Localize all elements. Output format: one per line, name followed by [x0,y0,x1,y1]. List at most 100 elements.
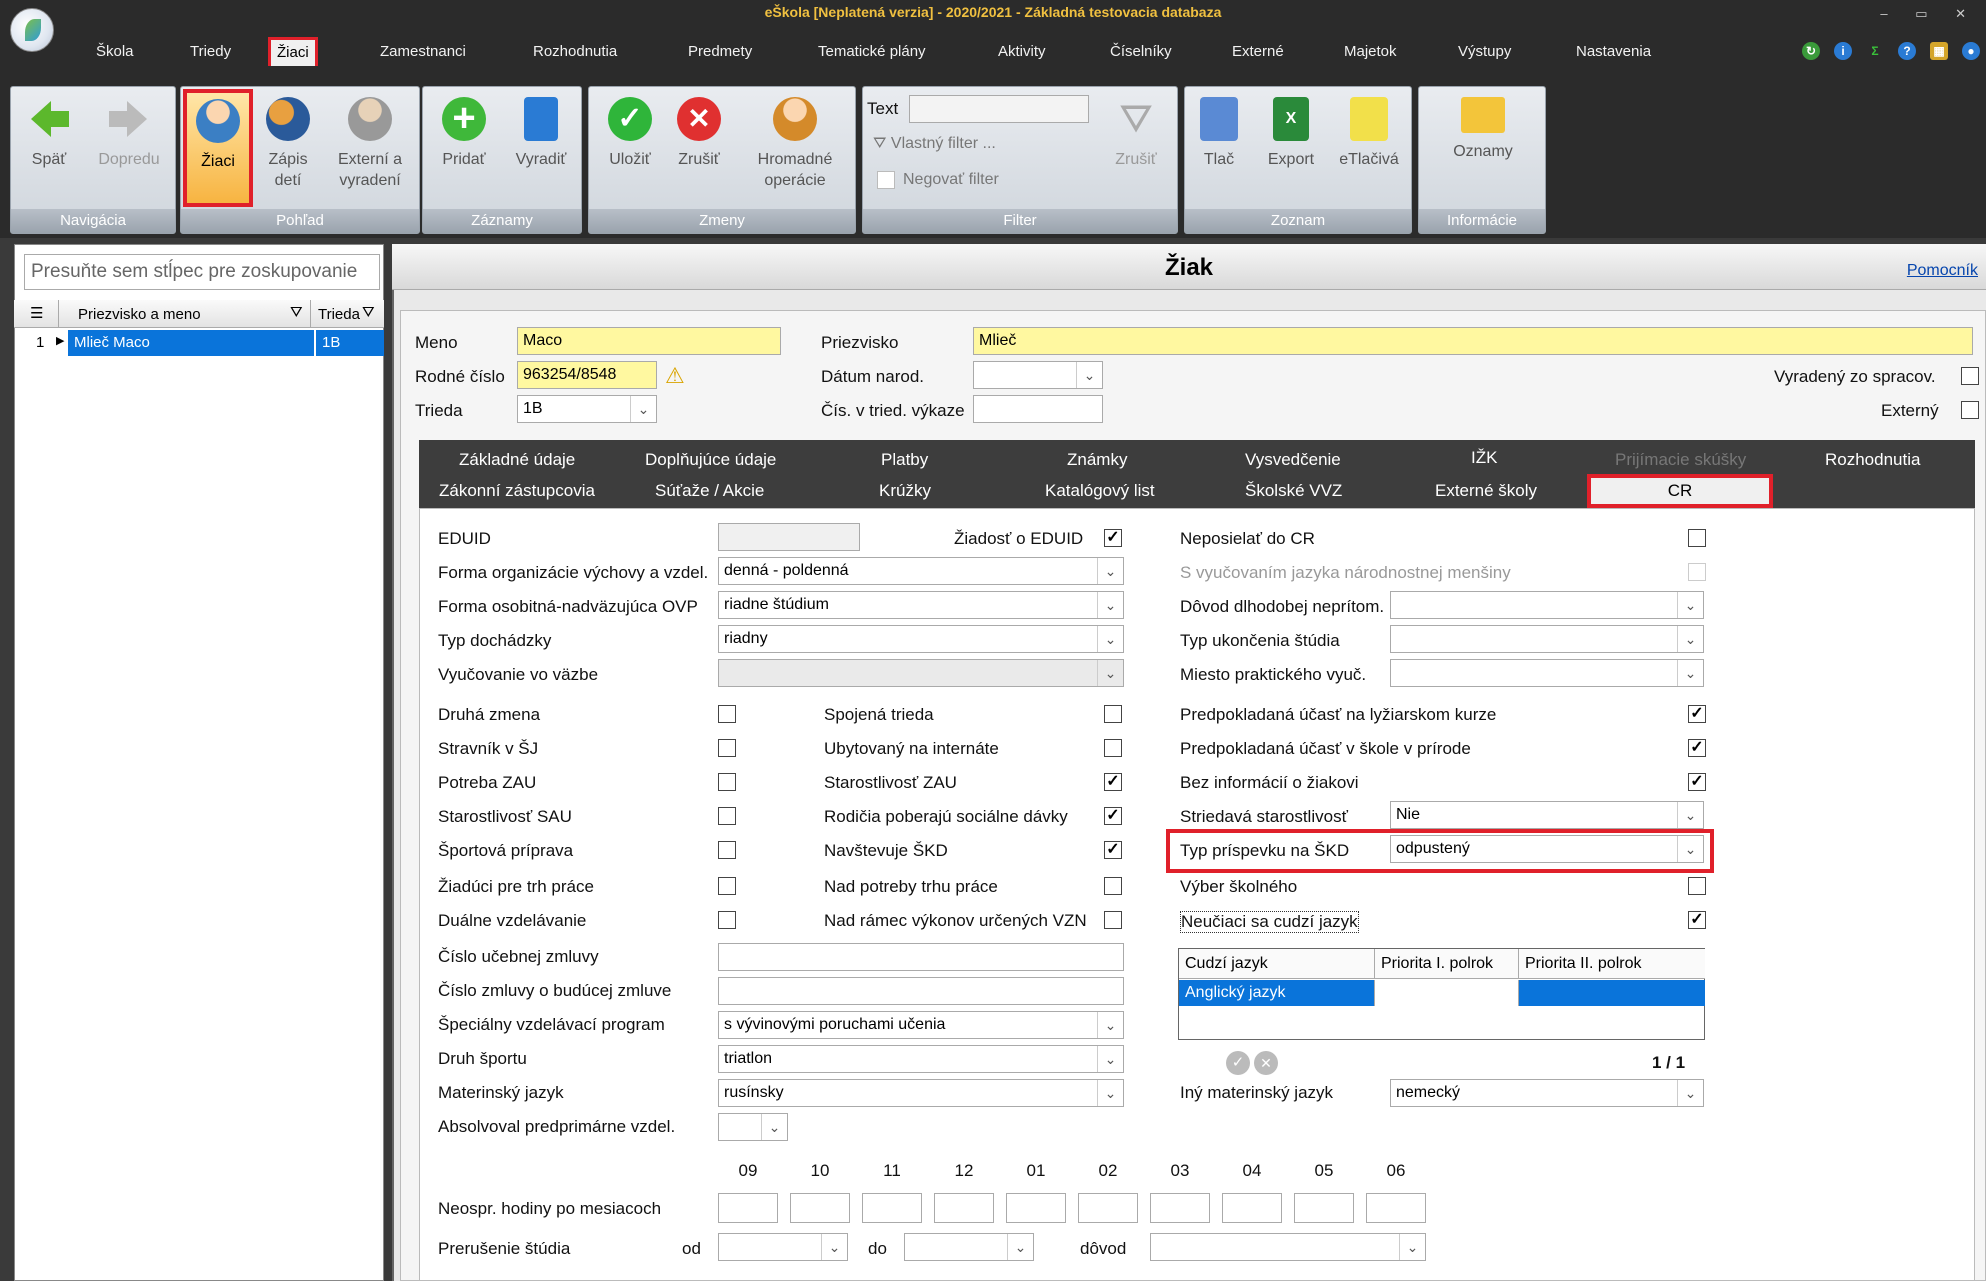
hours-02-field[interactable] [1078,1193,1138,1223]
menu-externe[interactable]: Externé [1232,43,1284,60]
boarder-checkbox[interactable] [718,739,736,757]
tab-izk[interactable]: IŽK [1471,448,1497,468]
tab-external-schools[interactable]: Externé školy [1435,481,1537,501]
second-shift-checkbox[interactable] [718,705,736,723]
tab-payments[interactable]: Platby [881,450,928,470]
tab-catalog[interactable]: Katalógový list [1045,481,1155,501]
external-students-button[interactable]: Externí a vyradení [323,97,417,191]
sum-icon[interactable]: Σ [1866,42,1884,60]
group-by-area[interactable]: Presuňte sem stĺpec pre zoskupovanie [24,254,380,290]
tab-grades[interactable]: Známky [1067,450,1127,470]
menu-zamestnanci[interactable]: Zamestnanci [380,43,466,60]
menu-triedy[interactable]: Triedy [190,43,231,60]
class-number-field[interactable] [973,395,1103,423]
lang-cell[interactable]: Anglický jazyk [1179,980,1375,1006]
cancel-row-icon[interactable]: ✕ [1254,1051,1278,1075]
menu-nastavenia[interactable]: Nastavenia [1576,43,1651,60]
confirm-row-icon[interactable]: ✓ [1226,1051,1250,1075]
hours-03-field[interactable] [1150,1193,1210,1223]
dual-checkbox[interactable] [718,911,736,929]
tab-report[interactable]: Vysvedčenie [1245,450,1341,470]
column-name-header[interactable]: Priezvisko a meno [78,306,201,323]
end-type-select[interactable]: ⌄ [1390,625,1704,653]
interruption-to-select[interactable]: ⌄ [904,1233,1034,1261]
custom-filter-link[interactable]: ⛛ Vlastný filter ... [873,135,996,153]
mother-tongue-select[interactable]: rusínsky ⌄ [718,1079,1124,1107]
future-contract-field[interactable] [718,977,1124,1005]
students-view-button[interactable]: Žiaci [183,89,253,207]
hours-06-field[interactable] [1366,1193,1426,1223]
add-button[interactable]: + Pridať [429,97,499,170]
enroll-button[interactable]: Zápis detí [253,97,323,191]
window-controls[interactable]: – ▭ ✕ [1880,6,1978,22]
skd-fee-select[interactable]: odpustený ⌄ [1390,835,1704,863]
last-name-field[interactable]: Mlieč [973,327,1973,355]
tab-guardians[interactable]: Zákonní zástupcovia [439,481,595,501]
filter-cancel-button[interactable]: ⛛ Zrušiť [1101,97,1171,170]
prio2-col-header[interactable]: Priorita II. polrok [1519,949,1705,979]
menu-tematicke-plany[interactable]: Tematické plány [818,43,926,60]
hours-01-field[interactable] [1006,1193,1066,1223]
filter-class-icon[interactable]: ⛛ [362,304,375,321]
column-class-header[interactable]: Trieda [318,306,362,323]
joined-class-checkbox[interactable] [1104,705,1122,723]
class-select[interactable]: 1B ⌄ [517,395,657,423]
app-logo[interactable] [10,8,54,52]
sport-type-select[interactable]: triatlon ⌄ [718,1045,1124,1073]
forward-button[interactable]: Dopredu [89,97,169,170]
tab-cr[interactable]: CR [1587,474,1773,508]
external-checkbox[interactable] [1961,401,1979,419]
remove-button[interactable]: Vyradiť [503,97,579,170]
hours-11-field[interactable] [862,1193,922,1223]
interruption-from-select[interactable]: ⌄ [718,1233,848,1261]
notices-button[interactable]: Oznamy [1433,97,1533,162]
row-name[interactable]: Mlieč Maco [68,330,314,356]
labor-market-checkbox[interactable] [718,877,736,895]
refresh-icon[interactable]: ↻ [1802,42,1820,60]
eduid-request-checkbox[interactable]: ✓ [1104,529,1122,547]
interruption-reason-select[interactable]: ⌄ [1150,1233,1426,1261]
alt-care-select[interactable]: Nie ⌄ [1390,801,1704,829]
save-button[interactable]: ✓ Uložiť [595,97,665,170]
hours-09-field[interactable] [718,1193,778,1223]
tab-decisions[interactable]: Rozhodnutia [1825,450,1920,470]
over-vzn-checkbox[interactable] [1104,911,1122,929]
filter-text-input[interactable] [909,95,1089,123]
excluded-checkbox[interactable] [1961,367,1979,385]
school-choice-checkbox[interactable] [1688,877,1706,895]
form-ovp-select[interactable]: riadne štúdium ⌄ [718,591,1124,619]
skd-checkbox[interactable]: ✓ [1104,841,1122,859]
column-chooser-icon[interactable]: ☰ [30,304,43,322]
calendar-icon[interactable]: ▦ [1930,42,1948,60]
dorm-checkbox[interactable] [1104,739,1122,757]
special-program-select[interactable]: s vývinovými poruchami učenia ⌄ [718,1011,1124,1039]
prio1-cell[interactable] [1375,980,1519,1006]
tab-clubs[interactable]: Krúžky [879,481,931,501]
hours-10-field[interactable] [790,1193,850,1223]
dob-picker[interactable]: ⌄ [973,361,1103,389]
hours-05-field[interactable] [1294,1193,1354,1223]
tab-basic[interactable]: Základné údaje [459,450,575,470]
eforms-button[interactable]: eTlačivá [1331,97,1407,170]
ski-checkbox[interactable]: ✓ [1688,705,1706,723]
menu-ziaci[interactable]: Žiaci [268,37,318,69]
bulk-operations-button[interactable]: Hromadné operácie [739,97,851,191]
sport-prep-checkbox[interactable] [718,841,736,859]
menu-ciselniky[interactable]: Číselníky [1110,43,1172,60]
cancel-changes-button[interactable]: ✕ Zrušiť [667,97,731,170]
no-cr-checkbox[interactable] [1688,529,1706,547]
over-market-checkbox[interactable] [1104,877,1122,895]
first-name-field[interactable]: Maco [517,327,781,355]
attendance-select[interactable]: riadny ⌄ [718,625,1124,653]
menu-skola[interactable]: Škola [96,43,134,60]
help-link[interactable]: Pomocník [1907,262,1978,280]
back-button[interactable]: Späť [19,97,79,170]
help-icon[interactable]: ? [1898,42,1916,60]
preprimary-select[interactable]: ⌄ [718,1113,788,1141]
hours-12-field[interactable] [934,1193,994,1223]
filter-name-icon[interactable]: ⛛ [290,304,303,321]
menu-vystupy[interactable]: Výstupy [1458,43,1511,60]
menu-aktivity[interactable]: Aktivity [998,43,1046,60]
menu-majetok[interactable]: Majetok [1344,43,1397,60]
prio1-col-header[interactable]: Priorita I. polrok [1375,949,1519,979]
